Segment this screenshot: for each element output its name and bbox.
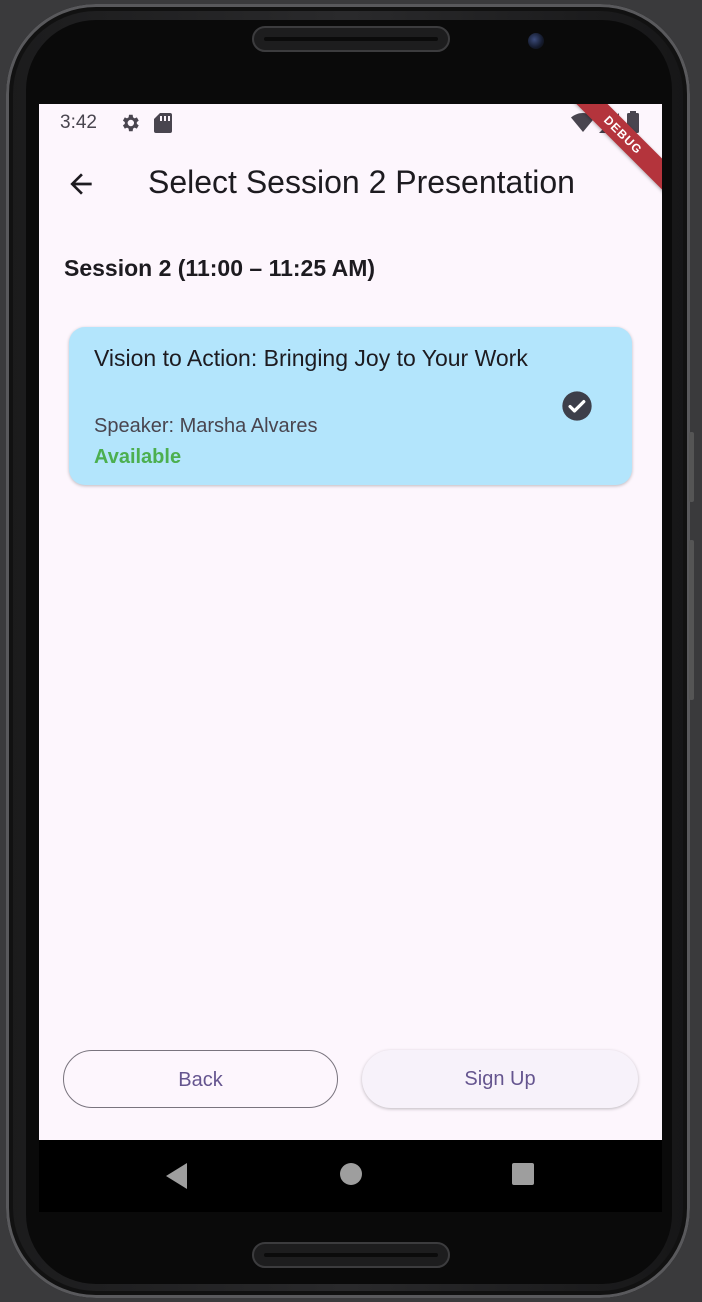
power-button — [689, 540, 694, 700]
recents-square-icon[interactable] — [511, 1162, 535, 1186]
arrow-left-icon[interactable] — [65, 168, 97, 200]
front-camera — [528, 33, 544, 49]
top-speaker — [252, 26, 450, 52]
status-bar: 3:42 DEBUG — [39, 104, 662, 196]
app-screen: 3:42 DEBUG Select Session 2 Presentation… — [39, 104, 662, 1140]
bottom-speaker — [252, 1242, 450, 1268]
back-triangle-icon[interactable] — [165, 1162, 189, 1190]
system-nav-bar — [39, 1140, 662, 1212]
status-time: 3:42 — [60, 112, 97, 133]
volume-button — [689, 432, 694, 502]
sign-up-button[interactable]: Sign Up — [362, 1050, 638, 1108]
presentation-card[interactable]: Vision to Action: Bringing Joy to Your W… — [69, 327, 632, 485]
back-button[interactable]: Back — [63, 1050, 338, 1108]
app-bar: Select Session 2 Presentation — [39, 144, 662, 220]
gear-icon — [122, 114, 139, 132]
availability-status: Available — [94, 446, 182, 468]
home-circle-icon[interactable] — [339, 1162, 363, 1186]
sd-card-icon — [154, 113, 172, 133]
session-header: Session 2 (11:00 – 11:25 AM) — [64, 255, 376, 281]
check-circle-icon — [562, 391, 592, 421]
presentation-title: Vision to Action: Bringing Joy to Your W… — [94, 345, 528, 371]
presentation-speaker: Speaker: Marsha Alvares — [94, 415, 318, 437]
page-title: Select Session 2 Presentation — [148, 164, 575, 200]
